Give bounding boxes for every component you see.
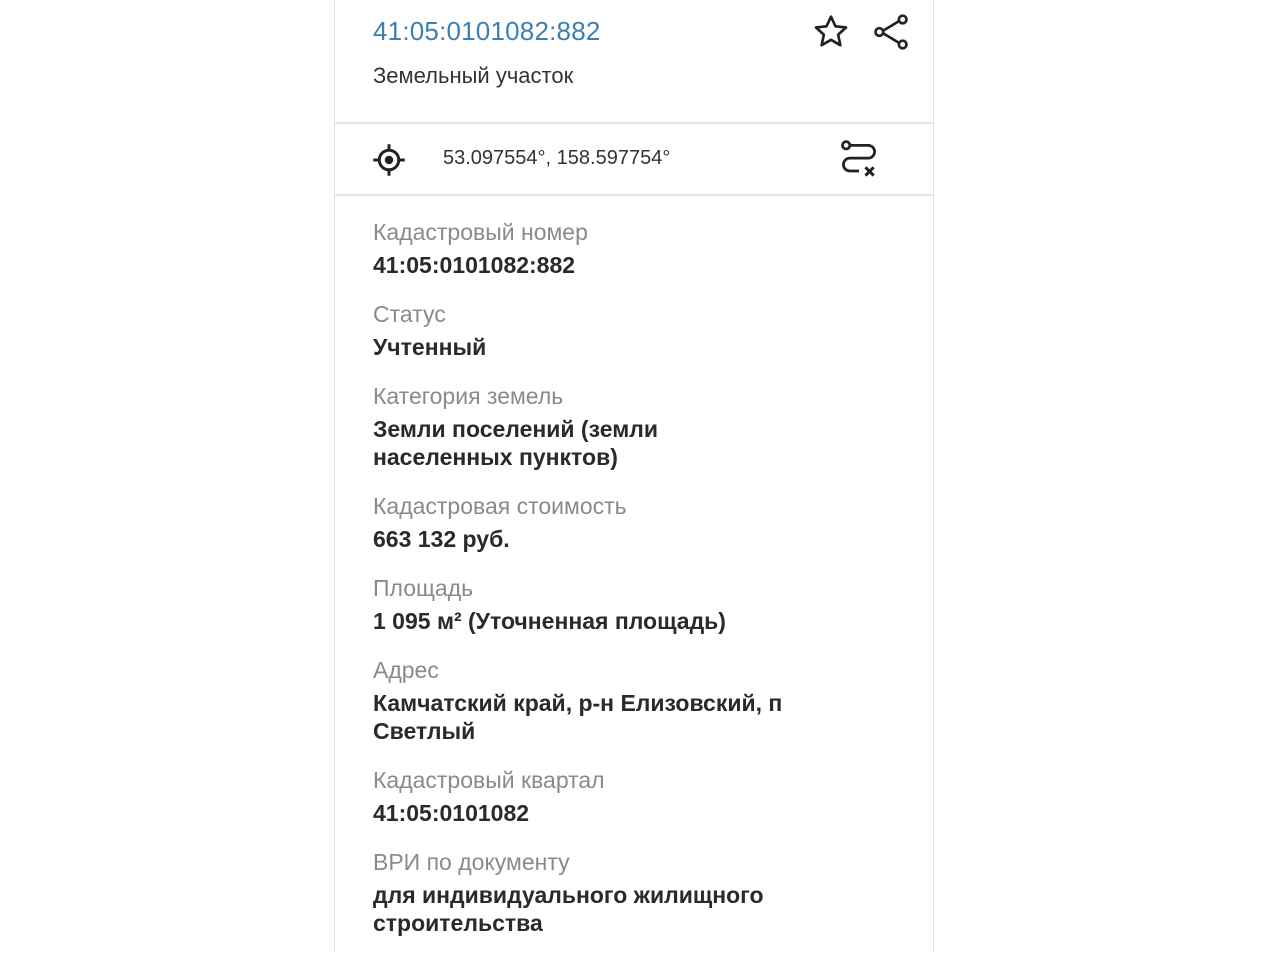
object-card: 41:05:0101082:882 Земельный участок 53.0… (334, 0, 934, 952)
field-value: 41:05:0101082 (373, 800, 530, 826)
field-value: Земли поселений (земли населенных пункто… (373, 416, 658, 470)
field-value: 41:05:0101082:882 (373, 252, 576, 278)
crosshair-icon (373, 144, 405, 176)
field-cadastral-value: Кадастровая стоимость 663 132 руб. (373, 492, 893, 553)
field-cadastral-number: Кадастровый номер 41:05:0101082:882 (373, 218, 893, 279)
field-label: Кадастровый номер (373, 219, 588, 245)
field-land-category: Категория земель Земли поселений (земли … (373, 382, 893, 471)
object-type: Земельный участок (373, 63, 574, 88)
details-list: Кадастровый номер 41:05:0101082:882 Стат… (373, 218, 893, 958)
field-permitted-use: ВРИ по документу для индивидуального жил… (373, 848, 893, 937)
field-label: Статус (373, 301, 446, 327)
star-outline-icon (814, 15, 848, 47)
field-label: Площадь (373, 575, 474, 601)
share-button[interactable] (869, 10, 913, 54)
favorite-button[interactable] (809, 10, 853, 54)
cadastral-number-link[interactable]: 41:05:0101082:882 (373, 16, 601, 47)
field-label: ВРИ по документу (373, 849, 570, 875)
field-value: 1 095 м² (Уточненная площадь) (373, 608, 726, 634)
field-label: Категория земель (373, 383, 564, 409)
field-value: для индивидуального жилищного строительс… (373, 882, 764, 936)
field-cadastral-quarter: Кадастровый квартал 41:05:0101082 (373, 766, 893, 827)
field-label: Адрес (373, 657, 439, 683)
card-header: 41:05:0101082:882 Земельный участок (335, 0, 933, 124)
field-value: 663 132 руб. (373, 526, 510, 552)
coordinates-text: 53.097554°, 158.597754° (443, 147, 671, 169)
route-clear-icon (841, 140, 876, 177)
route-button[interactable] (835, 136, 883, 184)
share-icon (874, 14, 908, 50)
field-status: Статус Учтенный (373, 300, 893, 361)
field-label: Кадастровая стоимость (373, 493, 627, 519)
locate-button[interactable] (369, 140, 409, 180)
field-value: Учтенный (373, 334, 487, 360)
field-value: Камчатский край, р-н Елизовский, п Светл… (373, 690, 783, 744)
field-address: Адрес Камчатский край, р-н Елизовский, п… (373, 656, 893, 745)
field-label: Кадастровый квартал (373, 767, 605, 793)
field-area: Площадь 1 095 м² (Уточненная площадь) (373, 574, 893, 635)
coordinates-row: 53.097554°, 158.597754° (335, 124, 933, 196)
